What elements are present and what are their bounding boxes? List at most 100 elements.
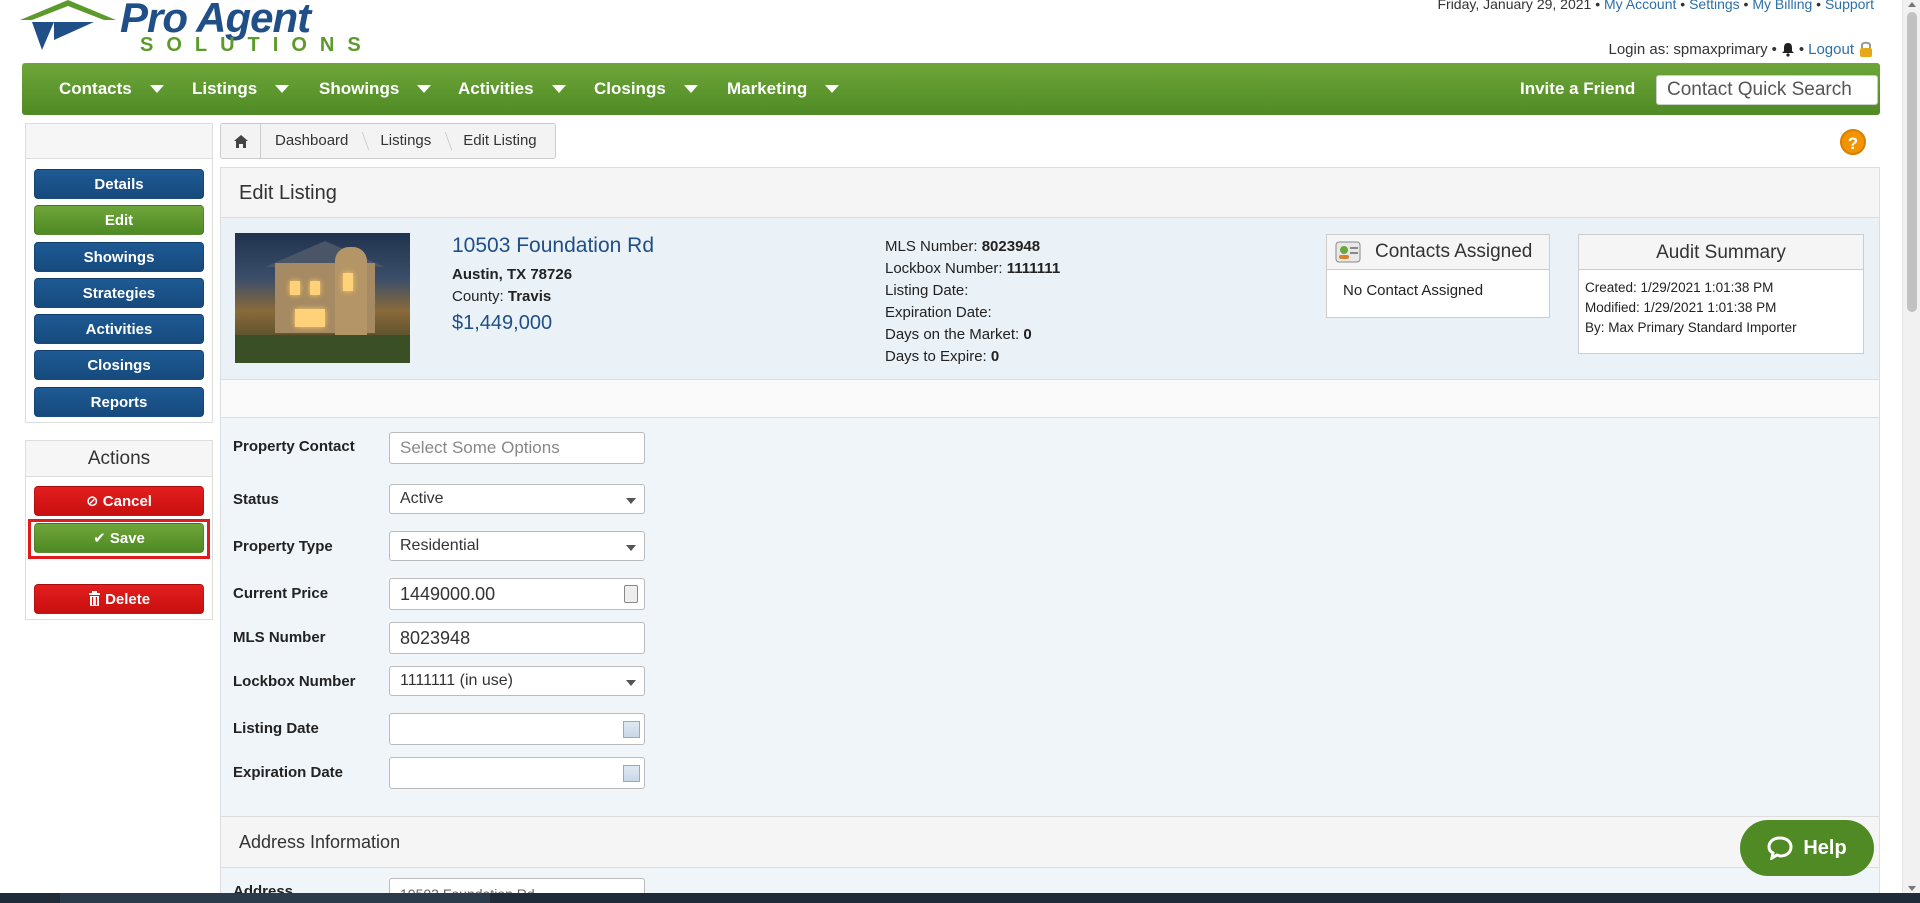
listing-photo[interactable] [235, 233, 410, 363]
mls-number-input[interactable]: 8023948 [389, 622, 645, 654]
status-select[interactable]: Active [389, 484, 645, 514]
breadcrumb: Dashboard Listings Edit Listing [220, 123, 556, 159]
address-information-header[interactable]: Address Information [221, 816, 1879, 868]
my-billing-link[interactable]: My Billing [1752, 0, 1812, 12]
audit-summary-title: Audit Summary [1579, 235, 1863, 270]
mls-info: MLS Number: 8023948 Lockbox Number: 1111… [885, 236, 1060, 368]
status-label: Status [233, 491, 279, 508]
edit-listing-panel: Edit Listing 10503 Foundation Rd Austin,… [220, 167, 1880, 903]
save-button[interactable]: ✔ Save [34, 523, 204, 553]
settings-link[interactable]: Settings [1689, 0, 1740, 12]
actions-panel: Actions ⊘ Cancel ✔ Save Delete [25, 440, 213, 620]
calculator-icon[interactable] [624, 585, 638, 603]
help-label: Help [1803, 836, 1847, 859]
scroll-down-icon[interactable] [1908, 886, 1916, 891]
logout-link[interactable]: Logout [1808, 41, 1854, 58]
nav-closings[interactable]: Closings [594, 63, 698, 115]
page-title: Edit Listing [221, 168, 1879, 218]
page-scrollbar[interactable] [1902, 0, 1920, 893]
breadcrumb-dashboard[interactable]: Dashboard [261, 124, 366, 158]
strategies-button[interactable]: Strategies [34, 278, 204, 308]
listing-date-label: Listing Date: [885, 282, 969, 299]
cancel-button[interactable]: ⊘ Cancel [34, 486, 204, 516]
audit-modified: Modified: 1/29/2021 1:01:38 PM [1585, 300, 1777, 315]
nav-listings[interactable]: Listings [192, 63, 290, 115]
nav-marketing[interactable]: Marketing [727, 63, 840, 115]
details-button[interactable]: Details [34, 169, 204, 199]
contacts-assigned-box: Contacts Assigned No Contact Assigned [1326, 234, 1550, 318]
closings-button[interactable]: Closings [34, 350, 204, 380]
check-icon: ✔ [93, 530, 106, 547]
listing-date-input[interactable] [389, 713, 645, 745]
login-info: Login as: spmaxprimary • • Logout [1609, 40, 1875, 58]
mls-number-value: 8023948 [981, 238, 1041, 255]
home-icon[interactable] [221, 124, 261, 158]
support-link[interactable]: Support [1825, 0, 1874, 12]
login-prefix: Login as: [1608, 40, 1670, 58]
caret-down-icon [825, 85, 840, 93]
chat-bubble-icon [1767, 836, 1793, 860]
nav-contacts[interactable]: Contacts [59, 63, 164, 115]
activities-button[interactable]: Activities [34, 314, 204, 344]
reports-button[interactable]: Reports [34, 387, 204, 417]
question-help-icon[interactable]: ? [1840, 129, 1866, 155]
nav-label: Showings [319, 79, 400, 98]
caret-down-icon [275, 85, 290, 93]
listing-menu-panel: Details Edit Showings Strategies Activit… [25, 123, 213, 423]
help-chat-button[interactable]: Help [1740, 820, 1874, 876]
contacts-assigned-title: Contacts Assigned [1375, 241, 1533, 262]
listing-summary: 10503 Foundation Rd Austin, TX 78726 Cou… [221, 218, 1879, 380]
listing-county: County: Travis [452, 288, 551, 305]
current-price-input[interactable]: 1449000.00 [389, 578, 645, 610]
days-on-market-value: 0 [1023, 326, 1032, 343]
listing-address[interactable]: 10503 Foundation Rd [452, 234, 654, 258]
listing-price: $1,449,000 [452, 312, 553, 334]
trash-icon [88, 591, 100, 606]
nav-label: Closings [594, 79, 666, 98]
pro-agent-logo[interactable]: Pro Agent SOLUTIONS [18, 0, 361, 60]
scroll-up-icon[interactable] [1908, 2, 1916, 7]
caret-down-icon [149, 85, 164, 93]
nav-label: Marketing [727, 79, 808, 98]
username: spmaxprimary [1673, 40, 1768, 58]
panel-header [26, 124, 212, 159]
property-contact-label: Property Contact [233, 438, 355, 455]
expiration-date-input[interactable] [389, 757, 645, 789]
my-account-link[interactable]: My Account [1604, 0, 1676, 12]
taskbar [0, 893, 1920, 903]
audit-by: By: Max Primary Standard Importer [1585, 320, 1797, 335]
nav-label: Contacts [59, 79, 132, 98]
bell-icon[interactable] [1781, 42, 1795, 57]
scroll-thumb[interactable] [1907, 12, 1917, 312]
main-navbar: Contacts Listings Showings Activities Cl… [22, 63, 1880, 115]
current-price-label: Current Price [233, 585, 329, 602]
calendar-icon[interactable] [623, 765, 640, 782]
logo-word-solutions: SOLUTIONS [140, 34, 374, 56]
nav-label: Listings [192, 79, 258, 98]
lockbox-number-field-label: Lockbox Number [233, 673, 356, 690]
nav-showings[interactable]: Showings [319, 63, 432, 115]
nav-activities[interactable]: Activities [458, 63, 566, 115]
delete-button[interactable]: Delete [34, 584, 204, 614]
caret-down-icon [683, 85, 698, 93]
contact-quick-search-input[interactable]: Contact Quick Search [1656, 75, 1878, 105]
cancel-label: Cancel [102, 493, 152, 510]
caret-down-icon [417, 85, 432, 93]
lock-icon[interactable] [1858, 40, 1874, 58]
actions-title: Actions [26, 441, 212, 477]
lockbox-number-select[interactable]: 1111111 (in use) [389, 666, 645, 696]
cancel-icon: ⊘ [86, 493, 99, 510]
property-contact-select[interactable]: Select Some Options [389, 432, 645, 464]
listing-date-field-label: Listing Date [233, 720, 319, 737]
property-type-select[interactable]: Residential [389, 531, 645, 561]
audit-summary-box: Audit Summary Created: 1/29/2021 1:01:38… [1578, 234, 1864, 354]
showings-button[interactable]: Showings [34, 242, 204, 272]
calendar-icon[interactable] [623, 721, 640, 738]
current-date: Friday, January 29, 2021 [1437, 0, 1592, 12]
expiration-date-field-label: Expiration Date [233, 764, 344, 781]
lockbox-value: 1111111 [1006, 260, 1061, 277]
edit-button[interactable]: Edit [34, 205, 204, 235]
invite-friend-link[interactable]: Invite a Friend [1520, 63, 1635, 115]
audit-created: Created: 1/29/2021 1:01:38 PM [1585, 280, 1774, 295]
breadcrumb-listings[interactable]: Listings [366, 124, 449, 158]
